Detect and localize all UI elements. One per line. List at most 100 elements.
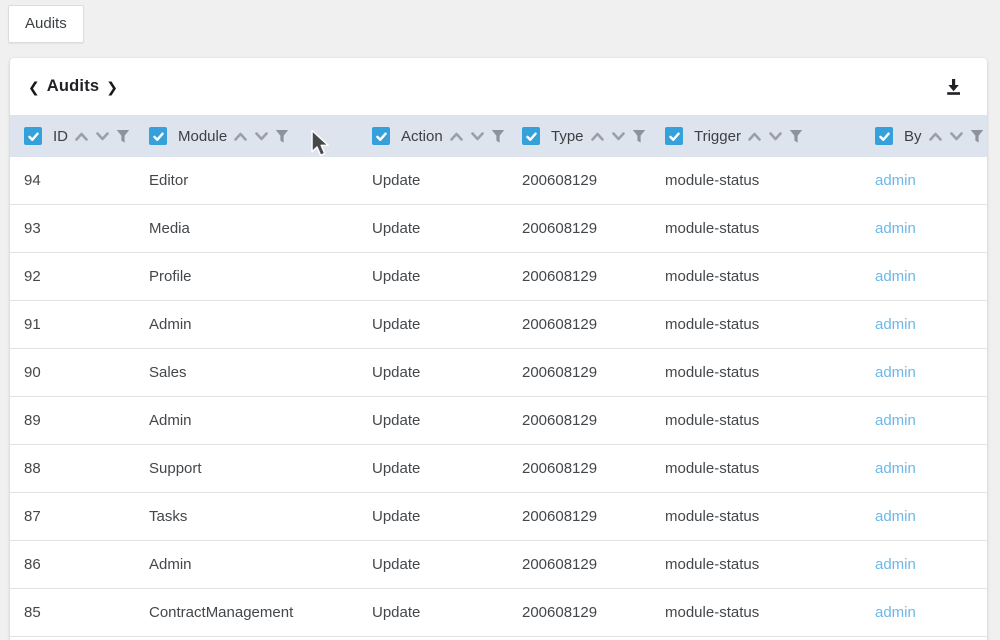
table-row: 89 Admin Update 200608129 module-status … (10, 397, 987, 445)
tab-audits-label: Audits (25, 15, 67, 32)
sort-descending-icon[interactable] (768, 131, 783, 142)
sort-descending-icon[interactable] (95, 131, 110, 142)
filter-funnel-icon[interactable] (116, 129, 130, 144)
cell-trigger: module-status (665, 316, 875, 333)
filter-funnel-icon[interactable] (789, 129, 803, 144)
sort-ascending-icon[interactable] (233, 131, 248, 142)
table-row: 88 Support Update 200608129 module-statu… (10, 445, 987, 493)
cell-module: Editor (149, 172, 372, 189)
cell-module: Media (149, 220, 372, 237)
cell-type: 200608129 (522, 604, 665, 621)
column-header[interactable]: ID (24, 127, 149, 145)
column-checkbox[interactable] (522, 127, 540, 145)
sort-ascending-icon[interactable] (74, 131, 89, 142)
filter-funnel-icon[interactable] (275, 129, 289, 144)
sort-ascending-icon[interactable] (928, 131, 943, 142)
cell-type: 200608129 (522, 508, 665, 525)
column-label: Trigger (694, 128, 741, 145)
cell-id: 89 (24, 412, 149, 429)
cell-by: admin (875, 556, 987, 573)
cell-action: Update (372, 316, 522, 333)
by-user-link[interactable]: admin (875, 412, 916, 429)
sort-descending-icon[interactable] (611, 131, 626, 142)
table-row: 94 Editor Update 200608129 module-status… (10, 157, 987, 205)
cell-by: admin (875, 316, 987, 333)
cell-id: 93 (24, 220, 149, 237)
cell-action: Update (372, 556, 522, 573)
cell-id: 85 (24, 604, 149, 621)
cell-type: 200608129 (522, 316, 665, 333)
cell-type: 200608129 (522, 556, 665, 573)
by-user-link[interactable]: admin (875, 316, 916, 333)
sort-ascending-icon[interactable] (449, 131, 464, 142)
panel-header: ❮ Audits ❯ (10, 58, 987, 115)
column-header[interactable]: Action (372, 127, 522, 145)
cell-action: Update (372, 172, 522, 189)
cell-module: Sales (149, 364, 372, 381)
cell-by: admin (875, 412, 987, 429)
by-user-link[interactable]: admin (875, 364, 916, 381)
cell-id: 91 (24, 316, 149, 333)
cell-by: admin (875, 172, 987, 189)
cell-id: 87 (24, 508, 149, 525)
by-user-link[interactable]: admin (875, 460, 916, 477)
cell-action: Update (372, 268, 522, 285)
sort-ascending-icon[interactable] (590, 131, 605, 142)
by-user-link[interactable]: admin (875, 220, 916, 237)
column-header[interactable]: Module (149, 127, 372, 145)
column-label: By (904, 128, 922, 145)
cell-action: Update (372, 364, 522, 381)
cell-trigger: module-status (665, 508, 875, 525)
cell-trigger: module-status (665, 364, 875, 381)
by-user-link[interactable]: admin (875, 268, 916, 285)
filter-funnel-icon[interactable] (970, 129, 984, 144)
cell-action: Update (372, 412, 522, 429)
check-icon (27, 130, 40, 143)
column-checkbox[interactable] (24, 127, 42, 145)
table-row: 93 Media Update 200608129 module-status … (10, 205, 987, 253)
sort-descending-icon[interactable] (470, 131, 485, 142)
sort-descending-icon[interactable] (254, 131, 269, 142)
cell-trigger: module-status (665, 460, 875, 477)
column-checkbox[interactable] (665, 127, 683, 145)
cell-trigger: module-status (665, 268, 875, 285)
check-icon (525, 130, 538, 143)
table-body: 94 Editor Update 200608129 module-status… (10, 157, 987, 637)
table-row: 92 Profile Update 200608129 module-statu… (10, 253, 987, 301)
column-checkbox[interactable] (875, 127, 893, 145)
cell-by: admin (875, 220, 987, 237)
cell-type: 200608129 (522, 364, 665, 381)
cell-id: 92 (24, 268, 149, 285)
column-label: Module (178, 128, 227, 145)
by-user-link[interactable]: admin (875, 172, 916, 189)
check-icon (668, 130, 681, 143)
cell-by: admin (875, 604, 987, 621)
filter-funnel-icon[interactable] (491, 129, 505, 144)
cell-type: 200608129 (522, 460, 665, 477)
table-row: 90 Sales Update 200608129 module-status … (10, 349, 987, 397)
column-header[interactable]: Trigger (665, 127, 875, 145)
column-header[interactable]: Type (522, 127, 665, 145)
tab-audits[interactable]: Audits (8, 5, 84, 43)
column-header[interactable]: By (875, 127, 987, 145)
chevron-right-icon[interactable]: ❯ (106, 80, 118, 94)
filter-funnel-icon[interactable] (632, 129, 646, 144)
column-label: Action (401, 128, 443, 145)
cell-action: Update (372, 604, 522, 621)
cell-id: 90 (24, 364, 149, 381)
check-icon (375, 130, 388, 143)
by-user-link[interactable]: admin (875, 508, 916, 525)
by-user-link[interactable]: admin (875, 604, 916, 621)
column-checkbox[interactable] (149, 127, 167, 145)
cell-trigger: module-status (665, 604, 875, 621)
cell-type: 200608129 (522, 172, 665, 189)
chevron-left-icon[interactable]: ❮ (28, 80, 40, 94)
download-button[interactable] (942, 75, 965, 98)
column-checkbox[interactable] (372, 127, 390, 145)
table-row: 85 ContractManagement Update 200608129 m… (10, 589, 987, 637)
by-user-link[interactable]: admin (875, 556, 916, 573)
sort-descending-icon[interactable] (949, 131, 964, 142)
cell-action: Update (372, 508, 522, 525)
cell-module: Admin (149, 556, 372, 573)
sort-ascending-icon[interactable] (747, 131, 762, 142)
